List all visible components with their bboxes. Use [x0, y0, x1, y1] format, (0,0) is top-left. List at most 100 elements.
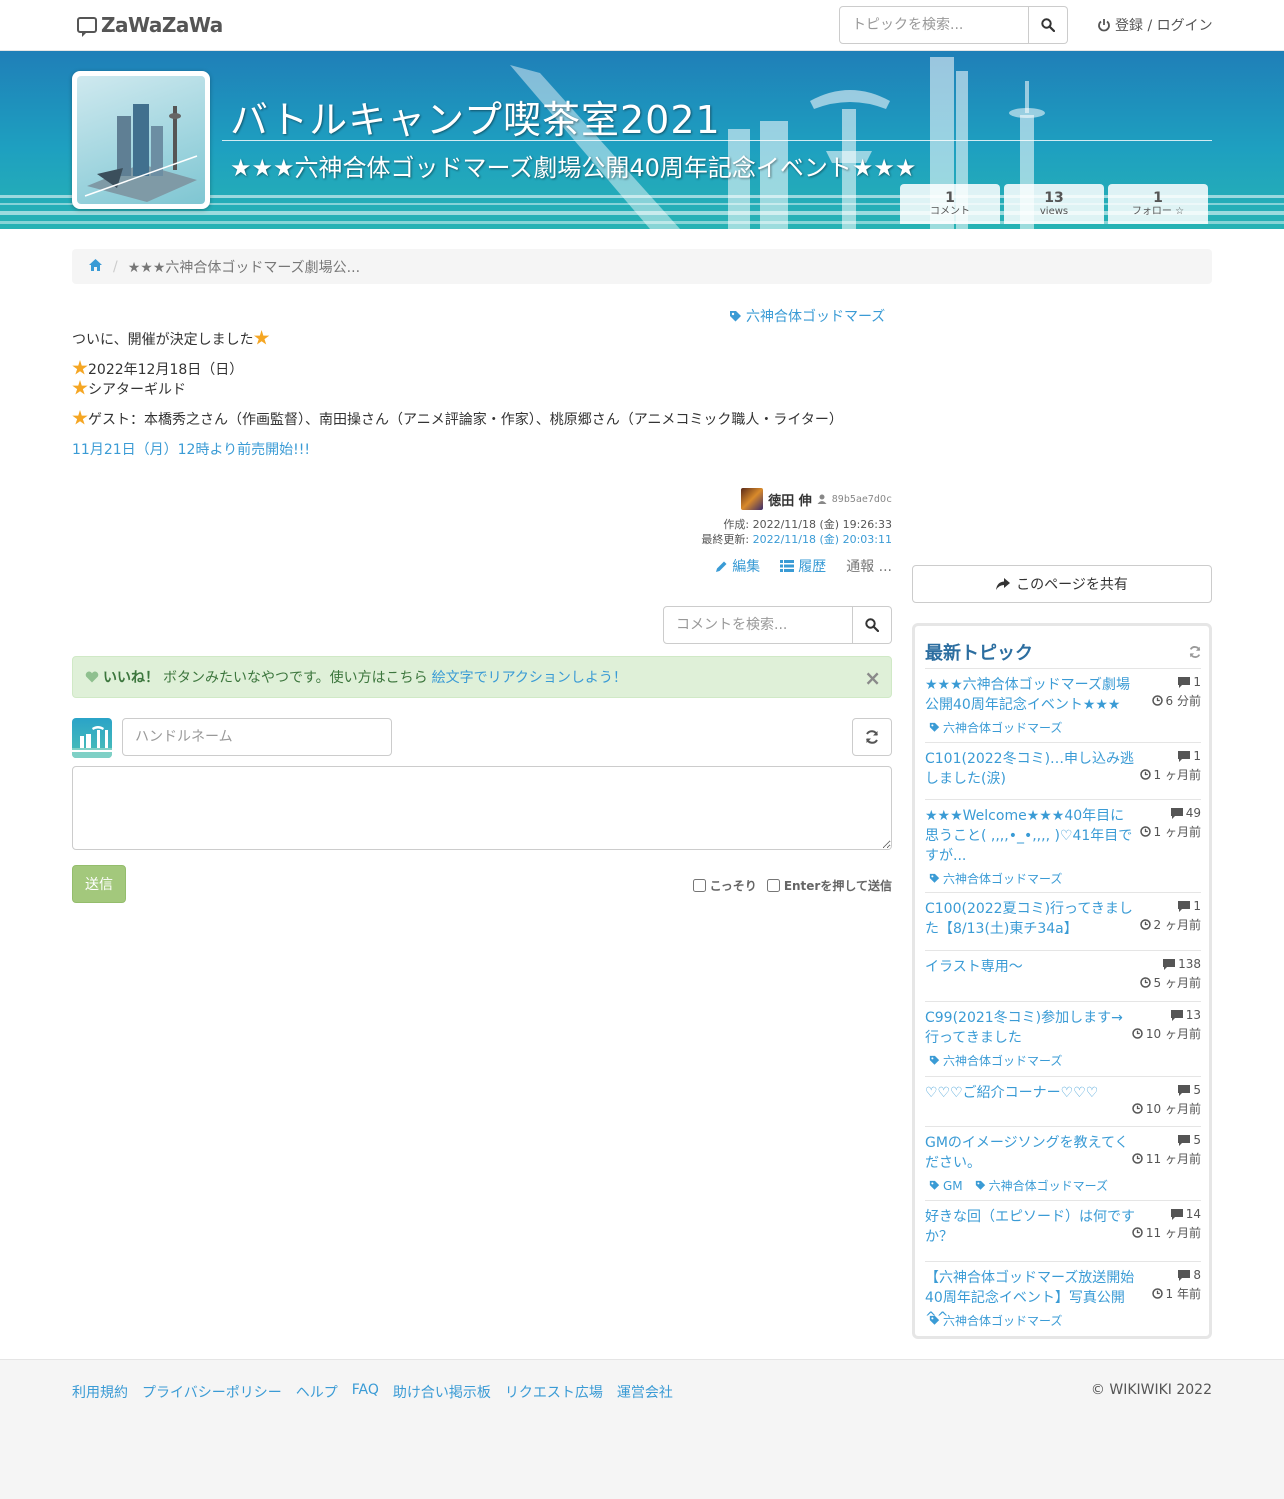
- clock-icon: [1151, 1288, 1163, 1299]
- footer-link[interactable]: 助け合い掲示板: [393, 1382, 491, 1402]
- footer-link[interactable]: プライバシーポリシー: [142, 1382, 282, 1402]
- footer-link[interactable]: ヘルプ: [296, 1382, 338, 1402]
- topic-time-value: 1 ヶ月前: [1153, 768, 1201, 782]
- comment-count-value: 49: [1185, 806, 1201, 820]
- comment-count-value: 1: [1193, 749, 1201, 763]
- footer-link[interactable]: 利用規約: [72, 1382, 128, 1402]
- topic-time: 5 ヶ月前: [1139, 974, 1201, 991]
- comment-search-input[interactable]: [663, 606, 853, 644]
- topic-title-link[interactable]: C100(2022夏コミ)行ってきました【8/13(土)東チ34a】: [925, 899, 1135, 939]
- topic-time: 1 年前: [1151, 1285, 1201, 1302]
- topic-tag[interactable]: 六神合体ゴッドマーズ: [975, 1177, 1108, 1194]
- presale-link[interactable]: 11月21日（月）12時より前売開始!!!: [72, 442, 310, 458]
- topic-search-button[interactable]: [1029, 6, 1068, 44]
- home-link[interactable]: [88, 258, 103, 276]
- send-button[interactable]: 送信: [72, 865, 126, 903]
- tag-icon: [929, 1180, 940, 1190]
- article-tag[interactable]: 六神合体ゴッドマーズ: [729, 306, 885, 326]
- comment-count-value: 8: [1193, 1268, 1201, 1282]
- guests-text: ゲスト：本橋秀之さん（作画監督）、南田操さん（アニメ評論家・作家）、桃原郷さん（…: [88, 412, 843, 428]
- comment-count: 5: [1178, 1133, 1201, 1147]
- list-icon: [780, 560, 795, 572]
- comment-search: [663, 606, 892, 644]
- star-icon: [72, 410, 88, 425]
- footer-link[interactable]: FAQ: [352, 1382, 379, 1402]
- topic-title-link[interactable]: ★★★六神合体ゴッドマーズ劇場公開40周年記念イベント★★★: [925, 675, 1135, 715]
- author-info: 徳田 伸 89b5ae7dOc: [600, 488, 892, 510]
- alert-link[interactable]: 絵文字でリアクションしよう！: [432, 667, 627, 687]
- edit-link[interactable]: 編集: [715, 556, 760, 576]
- refresh-icon[interactable]: [1188, 645, 1202, 659]
- copyright: © WIKIWIKI 2022: [1090, 1382, 1212, 1398]
- secret-checkbox[interactable]: [692, 879, 706, 892]
- article-actions: 編集 履歴 通報 ...: [600, 556, 892, 576]
- community-title: バトルキャンプ喫茶室2021: [230, 98, 721, 142]
- stat-follow-label: フォロー ☆: [1131, 206, 1185, 217]
- close-icon[interactable]: ×: [864, 666, 881, 690]
- article-body: ついに、開催が決定しました 2022年12月18日（日） シアターギルド ゲスト…: [72, 330, 892, 460]
- stat-views: 13 views: [1004, 184, 1104, 224]
- topic-tag-label: GM: [943, 1178, 963, 1193]
- hero-divider: [222, 140, 1212, 141]
- comment-textarea[interactable]: [72, 766, 892, 850]
- topic-item: ♡♡♡ご紹介コーナー♡♡♡ 5 10 ヶ月前: [925, 1076, 1201, 1126]
- topic-tags: 六神合体ゴッドマーズ: [929, 1312, 1062, 1329]
- topic-tag[interactable]: 六神合体ゴッドマーズ: [929, 1312, 1062, 1329]
- topic-item: 好きな回（エピソード）は何ですか？ 14 11 ヶ月前: [925, 1200, 1201, 1261]
- footer-link[interactable]: 運営会社: [617, 1382, 673, 1402]
- clock-icon: [1139, 826, 1151, 837]
- share-page-button[interactable]: このページを共有: [912, 565, 1212, 603]
- comment-count: 138: [1163, 957, 1201, 971]
- stat-follow[interactable]: 1 フォロー ☆: [1108, 184, 1208, 224]
- topic-title-link[interactable]: ★★★Welcome★★★40年目に思うこと( ,,,,•_•,,,, )♡41…: [925, 806, 1135, 866]
- topic-title-link[interactable]: C101(2022冬コミ)…申し込み逃しました(涙): [925, 749, 1135, 789]
- clock-icon: [1132, 1227, 1143, 1238]
- topic-item: ★★★Welcome★★★40年目に思うこと( ,,,,•_•,,,, )♡41…: [925, 799, 1201, 892]
- history-link[interactable]: 履歴: [780, 556, 826, 576]
- updated-value[interactable]: 2022/11/18 (金) 20:03:11: [753, 533, 892, 546]
- date-text: 2022年12月18日（日）: [88, 362, 244, 378]
- topic-tags: GM 六神合体ゴッドマーズ: [929, 1177, 1108, 1194]
- topic-title-link[interactable]: イラスト専用～: [925, 957, 1135, 977]
- topic-time: 10 ヶ月前: [1132, 1025, 1201, 1042]
- breadcrumb: / ★★★六神合体ゴッドマーズ劇場公...: [72, 249, 1212, 284]
- stat-comments-label: コメント: [930, 206, 970, 217]
- topic-title-link[interactable]: GMのイメージソングを教えてください。: [925, 1133, 1135, 1173]
- author-avatar[interactable]: [741, 488, 764, 510]
- comment-icon: [1178, 1269, 1191, 1281]
- login-link[interactable]: 登録 / ログイン: [1097, 15, 1213, 35]
- breadcrumb-separator: /: [113, 258, 118, 275]
- topic-tag[interactable]: 六神合体ゴッドマーズ: [929, 1052, 1062, 1069]
- author-id: 89b5ae7dOc: [831, 493, 892, 505]
- article-tag-label: 六神合体ゴッドマーズ: [746, 309, 886, 325]
- breadcrumb-current: ★★★六神合体ゴッドマーズ劇場公...: [127, 259, 361, 276]
- topic-item: C101(2022冬コミ)…申し込み逃しました(涙) 1 1 ヶ月前: [925, 742, 1201, 799]
- topic-search-input[interactable]: [839, 6, 1029, 44]
- handle-name-input[interactable]: [122, 718, 392, 756]
- topic-tag[interactable]: 六神合体ゴッドマーズ: [929, 870, 1062, 887]
- topic-time-value: 6 分前: [1165, 694, 1201, 708]
- topic-time: 1 ヶ月前: [1139, 766, 1201, 783]
- author-name[interactable]: 徳田 伸: [768, 490, 812, 509]
- regenerate-avatar-button[interactable]: [852, 718, 892, 756]
- comment-search-button[interactable]: [853, 606, 892, 644]
- site-logo[interactable]: ZaWaZaWa: [77, 13, 223, 37]
- clock-icon: [1151, 695, 1163, 706]
- topic-title-link[interactable]: ♡♡♡ご紹介コーナー♡♡♡: [925, 1083, 1135, 1103]
- topic-time-value: 11 ヶ月前: [1145, 1226, 1201, 1240]
- comment-count: 14: [1170, 1207, 1201, 1221]
- enter-to-send-checkbox[interactable]: [766, 879, 780, 892]
- topic-title-link[interactable]: 好きな回（エピソード）は何ですか？: [925, 1207, 1135, 1247]
- footer-link[interactable]: リクエスト広場: [505, 1382, 603, 1402]
- search-icon: [1041, 18, 1055, 32]
- refresh-icon: [866, 730, 878, 744]
- topic-tag[interactable]: 六神合体ゴッドマーズ: [929, 719, 1062, 736]
- topic-tag[interactable]: GM: [929, 1177, 963, 1194]
- topic-title-link[interactable]: C99(2021冬コミ)参加します→行ってきました: [925, 1008, 1135, 1048]
- comment-count-value: 5: [1193, 1133, 1201, 1147]
- topic-time-value: 2 ヶ月前: [1153, 918, 1201, 932]
- topic-item: GMのイメージソングを教えてください。 5 11 ヶ月前 GM 六神合体ゴッドマーズ: [925, 1126, 1201, 1200]
- report-link[interactable]: 通報 ...: [846, 556, 892, 576]
- comment-icon: [1170, 807, 1183, 819]
- topic-item: イラスト専用～ 138 5 ヶ月前: [925, 950, 1201, 1001]
